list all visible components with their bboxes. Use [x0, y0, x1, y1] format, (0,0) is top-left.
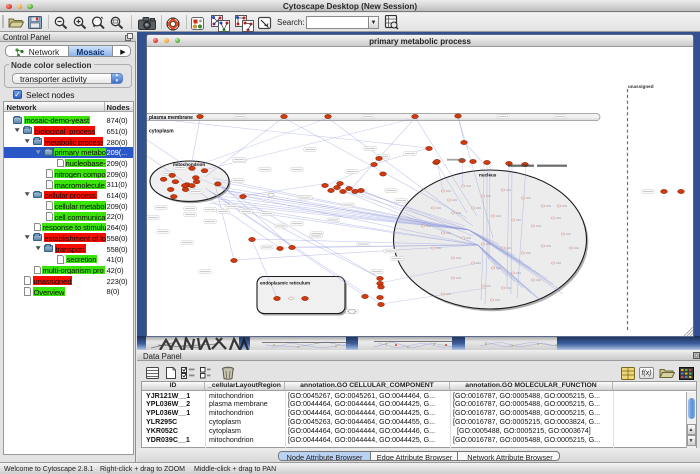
svg-text:mitochondrion: mitochondrion [173, 162, 205, 167]
svg-text:plasma membrane: plasma membrane [149, 115, 193, 121]
svg-text:cytoplasm: cytoplasm [149, 128, 174, 134]
svg-text:unassigned: unassigned [628, 84, 654, 89]
svg-text:nucleus: nucleus [479, 172, 497, 177]
svg-text:endoplasmic reticulum: endoplasmic reticulum [260, 280, 310, 285]
